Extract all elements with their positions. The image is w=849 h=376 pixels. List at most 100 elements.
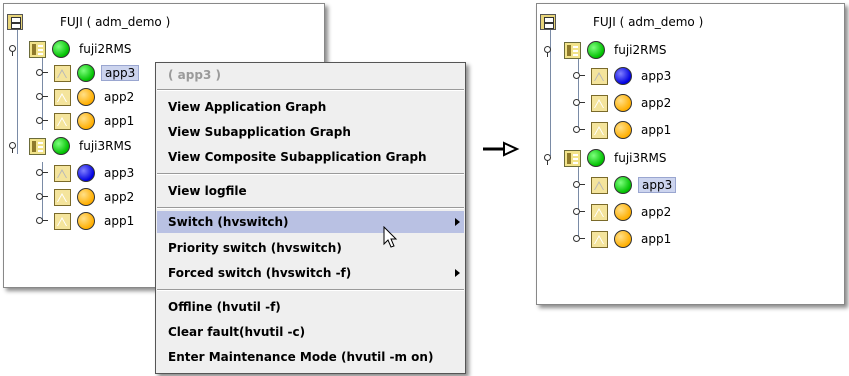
tree-app-row[interactable]: app2 — [573, 201, 674, 223]
menu-item-view-application-graph[interactable]: View Application Graph — [157, 96, 464, 118]
status-offline-icon — [614, 230, 632, 248]
cluster-icon — [7, 14, 23, 30]
tree-system-row[interactable]: fuji2RMS — [9, 38, 134, 60]
menu-separator — [157, 173, 464, 175]
status-online-icon — [77, 64, 95, 82]
tree-app-row[interactable]: app1 — [573, 119, 674, 141]
system-label[interactable]: fuji3RMS — [76, 138, 134, 154]
mouse-pointer-icon — [383, 226, 398, 248]
tree-root-row[interactable]: FUJI ( adm_demo ) — [7, 11, 173, 33]
status-online-icon — [52, 137, 70, 155]
menu-item-label: Switch (hvswitch) — [168, 215, 289, 229]
tree-system-row[interactable]: fuji3RMS — [544, 147, 669, 169]
status-offline-icon — [614, 94, 632, 112]
tree-app-row[interactable]: app2 — [573, 92, 674, 114]
tree-app-row[interactable]: app1 — [573, 228, 674, 250]
tree-root-label[interactable]: FUJI ( adm_demo ) — [590, 14, 706, 30]
tree-expand-handle-icon[interactable] — [36, 91, 48, 103]
menu-separator — [157, 207, 464, 209]
application-icon — [54, 164, 71, 182]
menu-item-clear-fault[interactable]: Clear fault(hvutil -c) — [157, 321, 464, 343]
tree-expand-handle-icon[interactable] — [573, 206, 585, 218]
status-offline-icon — [77, 88, 95, 106]
app-label[interactable]: app2 — [101, 89, 137, 105]
tree-app-row[interactable]: app1 — [36, 110, 137, 132]
status-standby-icon — [77, 164, 95, 182]
tree-expand-handle-icon[interactable] — [36, 191, 48, 203]
status-offline-icon — [77, 212, 95, 230]
cluster-icon — [540, 14, 556, 30]
status-offline-icon — [77, 188, 95, 206]
tree-expand-handle-icon[interactable] — [544, 152, 556, 165]
tree-expand-handle-icon[interactable] — [36, 115, 48, 127]
tree-app-row[interactable]: app2 — [36, 86, 137, 108]
tree-app-row[interactable]: app1 — [36, 210, 137, 232]
tree-expand-handle-icon[interactable] — [573, 124, 585, 136]
tree-app-row[interactable]: app3 — [573, 65, 674, 87]
menu-item-view-subapplication-graph[interactable]: View Subapplication Graph — [157, 121, 464, 143]
tree-expand-handle-icon[interactable] — [9, 140, 21, 153]
tree-app-row[interactable]: app3 — [573, 174, 677, 196]
status-online-icon — [52, 40, 70, 58]
tree-expand-handle-icon[interactable] — [573, 97, 585, 109]
status-offline-icon — [614, 203, 632, 221]
application-icon — [591, 230, 608, 248]
status-offline-icon — [614, 121, 632, 139]
tree-app-row[interactable]: app2 — [36, 186, 137, 208]
menu-item-enter-maintenance-mode[interactable]: Enter Maintenance Mode (hvutil -m on) — [157, 346, 464, 368]
tree-expand-handle-icon[interactable] — [36, 67, 48, 79]
tree-root-row[interactable]: FUJI ( adm_demo ) — [540, 11, 706, 33]
tree-expand-handle-icon[interactable] — [573, 70, 585, 82]
tree-expand-handle-icon[interactable] — [573, 179, 585, 191]
app-label-selected[interactable]: app3 — [101, 65, 140, 81]
tree-system-row[interactable]: fuji2RMS — [544, 39, 669, 61]
menu-item-label: Forced switch (hvswitch -f) — [168, 266, 352, 280]
menu-item-view-composite-subapplication-graph[interactable]: View Composite Subapplication Graph — [157, 146, 464, 168]
system-node-icon — [29, 40, 46, 58]
menu-item-offline[interactable]: Offline (hvutil -f) — [157, 296, 464, 318]
system-node-icon — [564, 149, 581, 167]
tree-expand-handle-icon[interactable] — [9, 43, 21, 56]
system-label[interactable]: fuji2RMS — [76, 41, 134, 57]
menu-item-priority-switch[interactable]: Priority switch (hvswitch) — [157, 237, 464, 259]
system-label[interactable]: fuji3RMS — [611, 150, 669, 166]
status-online-icon — [587, 149, 605, 167]
status-online-icon — [614, 176, 632, 194]
tree-expand-handle-icon[interactable] — [36, 215, 48, 227]
menu-separator — [157, 89, 464, 91]
submenu-arrow-icon — [455, 218, 460, 226]
tree-expand-handle-icon[interactable] — [36, 167, 48, 179]
app-label[interactable]: app2 — [101, 189, 137, 205]
application-icon — [591, 94, 608, 112]
context-menu: ( app3 ) View Application Graph View Sub… — [155, 62, 466, 374]
tree-system-row[interactable]: fuji3RMS — [9, 135, 134, 157]
menu-item-view-logfile[interactable]: View logfile — [157, 180, 464, 202]
tree-app-row[interactable]: app3 — [36, 162, 137, 184]
app-label[interactable]: app2 — [638, 204, 674, 220]
application-icon — [591, 176, 608, 194]
menu-item-forced-switch[interactable]: Forced switch (hvswitch -f) — [157, 262, 464, 284]
menu-header: ( app3 ) — [168, 68, 221, 82]
system-node-icon — [29, 137, 46, 155]
app-label[interactable]: app3 — [101, 165, 137, 181]
tree-expand-handle-icon[interactable] — [573, 233, 585, 245]
app-label[interactable]: app1 — [101, 113, 137, 129]
application-icon — [591, 121, 608, 139]
status-offline-icon — [77, 112, 95, 130]
application-icon — [54, 64, 71, 82]
system-label[interactable]: fuji2RMS — [611, 42, 669, 58]
app-label[interactable]: app1 — [638, 122, 674, 138]
app-label-selected[interactable]: app3 — [638, 177, 677, 193]
application-icon — [591, 67, 608, 85]
tree-root-label[interactable]: FUJI ( adm_demo ) — [57, 14, 173, 30]
app-label[interactable]: app1 — [638, 231, 674, 247]
tree-expand-handle-icon[interactable] — [544, 44, 556, 57]
app-label[interactable]: app3 — [638, 68, 674, 84]
tree-app-row[interactable]: app3 — [36, 62, 140, 84]
application-icon — [591, 203, 608, 221]
menu-item-switch[interactable]: Switch (hvswitch) — [157, 211, 464, 233]
app-label[interactable]: app2 — [638, 95, 674, 111]
app-label[interactable]: app1 — [101, 213, 137, 229]
submenu-arrow-icon — [455, 269, 460, 277]
application-icon — [54, 188, 71, 206]
